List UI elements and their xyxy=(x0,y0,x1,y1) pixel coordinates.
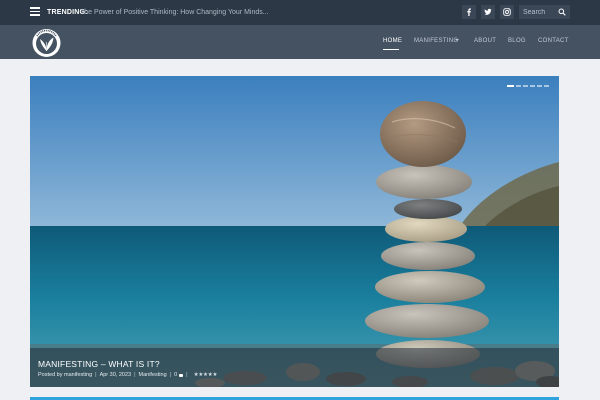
slider-dot[interactable] xyxy=(530,85,535,87)
nav-blog[interactable]: BLOG xyxy=(508,38,526,45)
comment-count[interactable]: 0 xyxy=(174,372,177,379)
post-date: Apr 30, 2023 xyxy=(99,372,132,378)
featured-slider[interactable]: MANIFESTING – WHAT IS IT? Posted by mani… xyxy=(30,76,559,387)
rating-stars: ★★★★★ xyxy=(193,372,218,378)
top-bar: TRENDING: The Power of Positive Thinking… xyxy=(0,0,600,25)
post-title-link[interactable]: MANIFESTING – WHAT IS IT? xyxy=(38,359,160,369)
twitter-icon[interactable] xyxy=(481,5,495,19)
nav-contact[interactable]: CONTACT xyxy=(538,38,569,45)
slider-dot[interactable] xyxy=(537,85,542,87)
trending-headline-link[interactable]: The Power of Positive Thinking: How Chan… xyxy=(80,9,269,17)
meta-separator: | xyxy=(95,372,97,378)
post-meta: Posted by manifesting | Apr 30, 2023 | M… xyxy=(38,372,217,379)
facebook-icon[interactable] xyxy=(462,5,476,19)
author-link[interactable]: manifesting xyxy=(64,372,92,379)
instagram-icon[interactable] xyxy=(500,5,514,19)
meta-separator: | xyxy=(169,372,172,378)
slide-image xyxy=(30,76,559,387)
hamburger-menu-icon[interactable] xyxy=(30,7,40,16)
slider-dot[interactable] xyxy=(523,85,528,87)
posted-by-label: Posted by xyxy=(38,372,63,378)
main-header: HOME MANIFESTING ABOUT BLOG CONTACT xyxy=(0,25,600,59)
meta-separator: | xyxy=(186,372,188,378)
chevron-down-icon[interactable] xyxy=(455,39,459,41)
search-icon[interactable] xyxy=(558,8,566,16)
slide-caption: MANIFESTING – WHAT IS IT? Posted by mani… xyxy=(30,348,559,387)
slider-dot[interactable] xyxy=(516,85,521,87)
nav-about[interactable]: ABOUT xyxy=(474,38,496,45)
active-nav-underline xyxy=(383,49,399,50)
search-input[interactable] xyxy=(519,5,557,19)
site-logo[interactable] xyxy=(31,28,62,58)
slider-pagination xyxy=(507,85,549,88)
meta-separator: | xyxy=(134,372,136,378)
category-link[interactable]: Manifesting xyxy=(139,372,167,379)
nav-home[interactable]: HOME xyxy=(383,38,402,45)
nav-manifesting[interactable]: MANIFESTING xyxy=(414,38,458,45)
slider-dot[interactable] xyxy=(507,85,514,87)
slider-dot[interactable] xyxy=(544,85,549,87)
search-box xyxy=(519,5,570,19)
comment-icon xyxy=(179,373,184,377)
